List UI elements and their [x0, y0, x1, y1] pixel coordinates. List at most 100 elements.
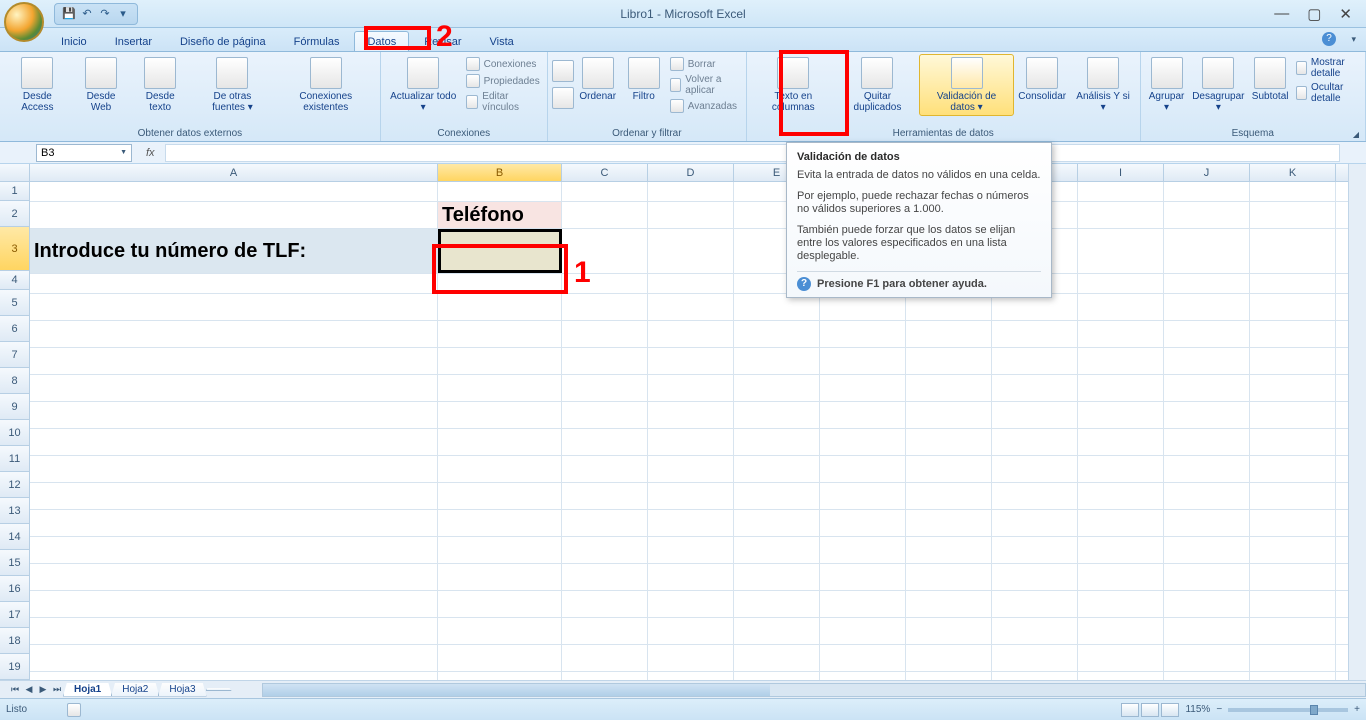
cell-j5[interactable] — [1164, 294, 1250, 320]
cell-g12[interactable] — [906, 483, 992, 509]
row-header-7[interactable]: 7 — [0, 342, 30, 368]
row-header-19[interactable]: 19 — [0, 654, 30, 680]
cell-b11[interactable] — [438, 456, 562, 482]
horizontal-scrollbar[interactable] — [262, 683, 1366, 697]
cell-f10[interactable] — [820, 429, 906, 455]
qat-customize-icon[interactable]: ▾ — [115, 6, 131, 22]
btn-avanzadas[interactable]: Avanzadas — [668, 98, 742, 114]
cell-b3-selected[interactable] — [438, 229, 562, 273]
btn-filtro[interactable]: Filtro — [622, 54, 666, 105]
cell-k12[interactable] — [1250, 483, 1336, 509]
cell-f19[interactable] — [820, 672, 906, 680]
row-header-18[interactable]: 18 — [0, 628, 30, 654]
dialog-launcher-icon[interactable]: ◢ — [1353, 130, 1359, 139]
row-header-15[interactable]: 15 — [0, 550, 30, 576]
tab-datos[interactable]: Datos — [354, 31, 409, 51]
cell-a10[interactable] — [30, 429, 438, 455]
cell-f15[interactable] — [820, 564, 906, 590]
cell-h11[interactable] — [992, 456, 1078, 482]
col-header-d[interactable]: D — [648, 164, 734, 181]
cell-j15[interactable] — [1164, 564, 1250, 590]
cell-k14[interactable] — [1250, 537, 1336, 563]
cell-j11[interactable] — [1164, 456, 1250, 482]
maximize-button[interactable]: ▢ — [1307, 5, 1321, 23]
tab-inicio[interactable]: Inicio — [48, 31, 100, 51]
row-header-2[interactable]: 2 — [0, 201, 30, 227]
redo-icon[interactable]: ↷ — [97, 6, 113, 22]
cell-g6[interactable] — [906, 321, 992, 347]
cell-e14[interactable] — [734, 537, 820, 563]
cell-a2[interactable] — [30, 202, 438, 228]
tab-nav-first[interactable]: ⏮ — [8, 683, 22, 697]
cell-g15[interactable] — [906, 564, 992, 590]
cell-h9[interactable] — [992, 402, 1078, 428]
row-header-14[interactable]: 14 — [0, 524, 30, 550]
formula-input[interactable] — [165, 144, 1340, 162]
cell-c1[interactable] — [562, 182, 648, 201]
btn-agrupar[interactable]: Agrupar ▾ — [1145, 54, 1189, 116]
cell-e6[interactable] — [734, 321, 820, 347]
cell-f11[interactable] — [820, 456, 906, 482]
cell-j17[interactable] — [1164, 618, 1250, 644]
cell-g7[interactable] — [906, 348, 992, 374]
col-header-a[interactable]: A — [30, 164, 438, 181]
help-icon[interactable]: ? — [1322, 32, 1336, 46]
cell-a19[interactable] — [30, 672, 438, 680]
cell-b10[interactable] — [438, 429, 562, 455]
cell-j2[interactable] — [1164, 202, 1250, 228]
cell-j7[interactable] — [1164, 348, 1250, 374]
cell-i15[interactable] — [1078, 564, 1164, 590]
minimize-ribbon-icon[interactable]: ▾ — [1351, 34, 1356, 45]
cell-g16[interactable] — [906, 591, 992, 617]
cell-d13[interactable] — [648, 510, 734, 536]
cell-h10[interactable] — [992, 429, 1078, 455]
cell-f17[interactable] — [820, 618, 906, 644]
close-button[interactable]: ✕ — [1339, 5, 1352, 23]
cell-k2[interactable] — [1250, 202, 1336, 228]
cell-c14[interactable] — [562, 537, 648, 563]
cell-g14[interactable] — [906, 537, 992, 563]
cell-e9[interactable] — [734, 402, 820, 428]
cell-d4[interactable] — [648, 274, 734, 293]
cell-c5[interactable] — [562, 294, 648, 320]
cell-i17[interactable] — [1078, 618, 1164, 644]
cell-i12[interactable] — [1078, 483, 1164, 509]
cell-g13[interactable] — [906, 510, 992, 536]
cell-b13[interactable] — [438, 510, 562, 536]
row-header-17[interactable]: 17 — [0, 602, 30, 628]
cell-k19[interactable] — [1250, 672, 1336, 680]
cell-d16[interactable] — [648, 591, 734, 617]
cell-c12[interactable] — [562, 483, 648, 509]
btn-consolidar[interactable]: Consolidar — [1016, 54, 1069, 105]
cell-i2[interactable] — [1078, 202, 1164, 228]
btn-desagrupar[interactable]: Desagrupar ▾ — [1191, 54, 1247, 116]
cell-e10[interactable] — [734, 429, 820, 455]
cell-f7[interactable] — [820, 348, 906, 374]
cell-e13[interactable] — [734, 510, 820, 536]
btn-conexiones[interactable]: Conexiones — [464, 56, 543, 72]
cell-d18[interactable] — [648, 645, 734, 671]
cell-k15[interactable] — [1250, 564, 1336, 590]
cell-i8[interactable] — [1078, 375, 1164, 401]
cell-e18[interactable] — [734, 645, 820, 671]
row-header-9[interactable]: 9 — [0, 394, 30, 420]
fx-icon[interactable]: fx — [146, 147, 155, 159]
cell-k16[interactable] — [1250, 591, 1336, 617]
cell-i10[interactable] — [1078, 429, 1164, 455]
view-normal-button[interactable] — [1121, 703, 1139, 717]
cell-g8[interactable] — [906, 375, 992, 401]
cell-b4[interactable] — [438, 274, 562, 293]
cell-g11[interactable] — [906, 456, 992, 482]
cell-e19[interactable] — [734, 672, 820, 680]
btn-subtotal[interactable]: Subtotal — [1248, 54, 1292, 105]
btn-validacion-datos[interactable]: Validación de datos ▾ — [919, 54, 1013, 116]
cell-c17[interactable] — [562, 618, 648, 644]
cell-c8[interactable] — [562, 375, 648, 401]
cell-d11[interactable] — [648, 456, 734, 482]
cell-e12[interactable] — [734, 483, 820, 509]
cell-c19[interactable] — [562, 672, 648, 680]
cell-a5[interactable] — [30, 294, 438, 320]
save-icon[interactable]: 💾 — [61, 6, 77, 22]
btn-conexiones-existentes[interactable]: Conexiones existentes — [276, 54, 376, 116]
btn-analisis[interactable]: Análisis Y si ▾ — [1071, 54, 1136, 116]
